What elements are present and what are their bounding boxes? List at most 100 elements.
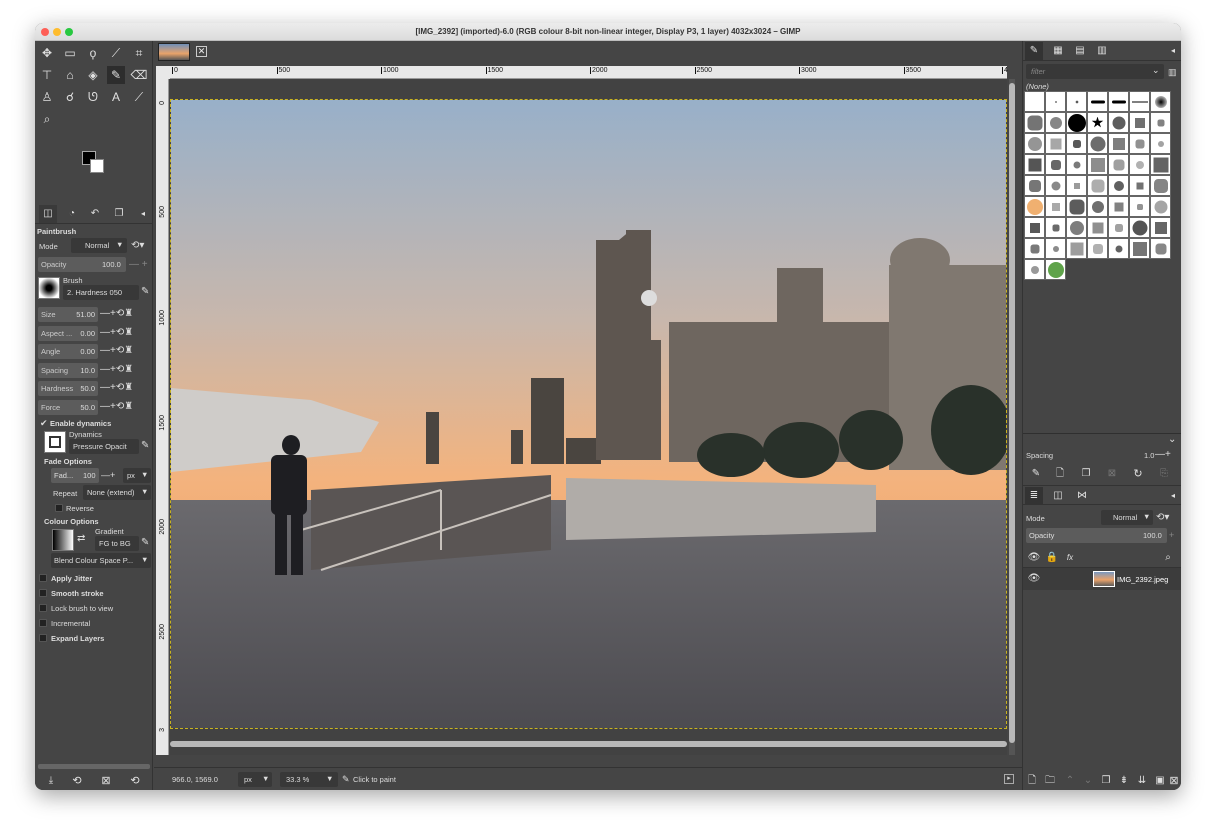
brush-thumbnail[interactable] [1087, 112, 1108, 133]
brush-thumbnail[interactable] [1066, 238, 1087, 259]
delete-options-icon[interactable]: ⊠ [97, 772, 115, 790]
brush-thumbnail[interactable] [1108, 238, 1129, 259]
image-tab-thumbnail[interactable] [158, 43, 190, 61]
eraser-icon[interactable]: ⌫ [130, 66, 148, 84]
reset-layer-mode-icon[interactable]: ⟲▾ [1156, 512, 1169, 523]
restore-options-icon[interactable]: ⟲ [68, 772, 86, 790]
lower-layer-icon[interactable]: ⌄ [1079, 772, 1097, 790]
opacity-decrease-icon[interactable]: — + [129, 259, 148, 270]
edit-brush-icon[interactable]: ✎ [1027, 465, 1045, 483]
crop-icon[interactable]: ⌗ [130, 44, 148, 62]
brush-thumbnail[interactable] [1024, 112, 1045, 133]
tag-icon[interactable]: ▥ [1168, 67, 1177, 78]
brush-thumbnail[interactable] [1024, 196, 1045, 217]
zoom-window-button[interactable] [65, 28, 73, 36]
hardness-slider[interactable]: Hardness 50.0 [38, 381, 98, 397]
delete-layer-icon[interactable]: ⊠ [1165, 772, 1181, 790]
eye-icon[interactable]: 👁 [1025, 570, 1043, 588]
color-picker-icon[interactable]: ⟋ [130, 88, 148, 106]
brush-thumbnail[interactable] [1045, 217, 1066, 238]
vertical-scrollbar[interactable] [1009, 79, 1015, 755]
brush-filter-input[interactable]: filter ⌄ [1026, 64, 1164, 79]
smooth-stroke-checkbox[interactable] [39, 589, 47, 597]
force-stepper-icon[interactable]: —+⟲♜ [100, 401, 133, 412]
brush-thumbnail[interactable] [1108, 154, 1129, 175]
hardness-stepper-icon[interactable]: —+⟲♜ [100, 382, 133, 393]
brush-thumbnail[interactable] [1129, 112, 1150, 133]
brush-thumbnail[interactable] [1045, 196, 1066, 217]
apply-jitter-checkbox[interactable] [39, 574, 47, 582]
horizontal-scrollbar[interactable] [170, 741, 1007, 747]
layer-row[interactable]: 👁 IMG_2392.jpeg [1023, 568, 1181, 590]
dynamics-preview-icon[interactable] [44, 431, 66, 453]
spacing-slider[interactable]: Spacing 10.0 [38, 362, 98, 378]
gradient-preview[interactable] [52, 529, 74, 551]
force-slider[interactable]: Force 50.0 [38, 400, 98, 415]
undo-history-tab-icon[interactable]: ↶ [86, 205, 104, 223]
blend-colour-space-select[interactable]: Blend Colour Space P... ▼ [51, 553, 151, 568]
aspect-slider[interactable]: Aspect ... 0.00 [38, 325, 98, 341]
dynamics-field[interactable]: Pressure Opacit [69, 439, 139, 454]
document-history-tab-icon[interactable]: ▥ [1093, 42, 1111, 60]
panel-scrollbar[interactable] [38, 764, 150, 769]
brush-thumbnail[interactable] [1108, 217, 1129, 238]
mode-select[interactable]: Normal ▼ [71, 238, 127, 253]
spacing-stepper-icon[interactable]: —+⟲♜ [100, 364, 133, 375]
minimize-window-button[interactable] [53, 28, 61, 36]
brush-thumbnail[interactable] [1150, 217, 1171, 238]
brush-thumbnail[interactable] [1129, 154, 1150, 175]
delete-brush-icon[interactable]: ⊠ [1103, 465, 1121, 483]
layer-mode-select[interactable]: Normal ▼ [1101, 510, 1153, 525]
brush-thumbnail[interactable] [1108, 175, 1129, 196]
layer-opacity-slider[interactable]: Opacity 100.0 [1026, 528, 1167, 543]
canvas[interactable] [170, 79, 1007, 755]
fade-length-slider[interactable]: Fad... 100 [51, 468, 99, 483]
fade-unit-select[interactable]: px ▼ [123, 468, 151, 483]
angle-slider[interactable]: Angle 0.00 [38, 344, 98, 360]
brush-thumbnail[interactable] [1087, 91, 1108, 112]
background-color[interactable] [90, 159, 104, 173]
bucket-fill-icon[interactable]: ◈ [84, 66, 102, 84]
brush-thumbnail[interactable] [1150, 133, 1171, 154]
angle-stepper-icon[interactable]: —+⟲♜ [100, 345, 133, 356]
brush-thumbnail[interactable] [1066, 217, 1087, 238]
text-icon[interactable]: A [107, 88, 125, 106]
brush-thumbnail[interactable] [1066, 196, 1087, 217]
aspect-stepper-icon[interactable]: —+⟲♜ [100, 327, 133, 338]
brush-thumbnail[interactable] [1129, 217, 1150, 238]
opacity-slider[interactable]: Opacity 100.0 [38, 257, 126, 272]
reverse-gradient-icon[interactable]: ⇄ [77, 533, 85, 544]
visibility-header-icon[interactable]: 👁 [1025, 549, 1043, 567]
layer-name[interactable]: IMG_2392.jpeg [1117, 575, 1168, 584]
tool-options-tab-icon[interactable]: ◫ [39, 205, 57, 223]
brush-thumbnail[interactable] [1129, 238, 1150, 259]
brush-thumbnail[interactable] [1024, 175, 1045, 196]
images-tab-icon[interactable]: ❐ [110, 205, 128, 223]
close-window-button[interactable] [41, 28, 49, 36]
panel-menu-icon[interactable]: ◂ [1164, 487, 1181, 505]
brush-thumbnail[interactable] [1066, 175, 1087, 196]
lock-brush-checkbox[interactable] [39, 604, 47, 612]
fx-icon[interactable]: fx [1061, 549, 1079, 567]
new-layer-icon[interactable]: 🗋 [1023, 772, 1041, 790]
unit-select[interactable]: px ▼ [238, 772, 272, 787]
brush-thumbnail[interactable] [1150, 238, 1171, 259]
brush-thumbnail[interactable] [1129, 133, 1150, 154]
brush-thumbnail[interactable] [1150, 154, 1171, 175]
brush-thumbnail[interactable] [1045, 175, 1066, 196]
brush-name-field[interactable]: 2. Hardness 050 [63, 285, 139, 300]
zoom-select[interactable]: 33.3 % ▼ [280, 772, 338, 787]
brush-thumbnail[interactable] [1024, 217, 1045, 238]
edit-dynamics-icon[interactable]: ✎ [141, 440, 149, 451]
brush-thumbnail[interactable] [1150, 196, 1171, 217]
brush-thumbnail[interactable] [1045, 133, 1066, 154]
duplicate-layer-icon[interactable]: ❐ [1097, 772, 1115, 790]
brush-preview[interactable] [38, 277, 60, 299]
brush-thumbnail[interactable] [1087, 154, 1108, 175]
raise-layer-icon[interactable]: ⌃ [1061, 772, 1079, 790]
smudge-icon[interactable]: ☌ [61, 88, 79, 106]
expand-layers-checkbox[interactable] [39, 634, 47, 642]
quick-mask-corner[interactable] [156, 66, 170, 79]
brush-thumbnail[interactable] [1066, 133, 1087, 154]
brush-thumbnail[interactable] [1129, 196, 1150, 217]
